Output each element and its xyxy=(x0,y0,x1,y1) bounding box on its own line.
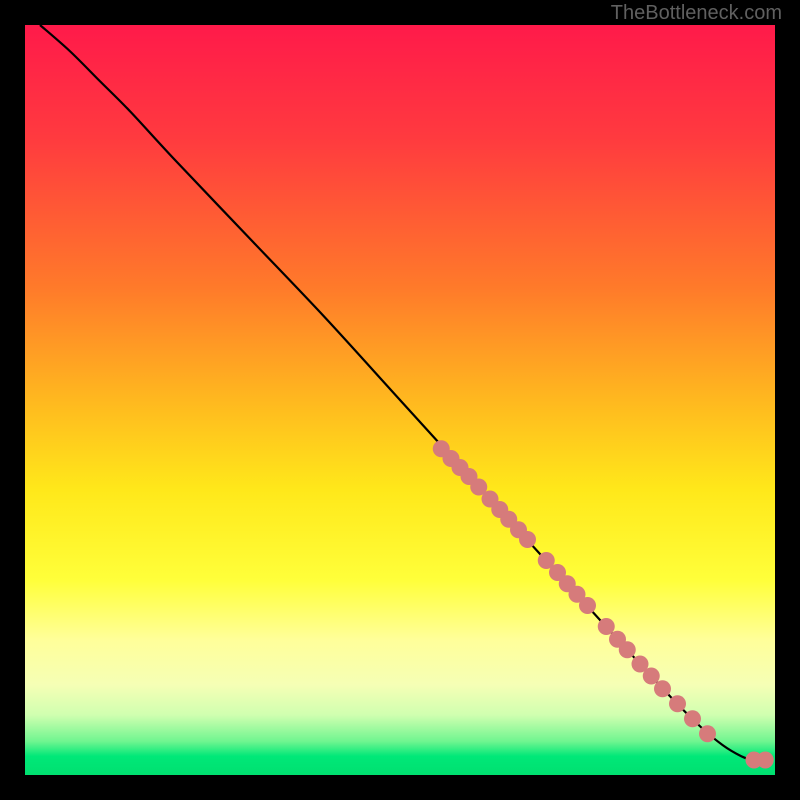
data-marker xyxy=(643,668,660,685)
data-marker xyxy=(757,752,774,769)
data-marker xyxy=(654,680,671,697)
data-marker xyxy=(669,695,686,712)
data-marker xyxy=(619,641,636,658)
attribution-text: TheBottleneck.com xyxy=(611,2,782,25)
data-marker xyxy=(684,710,701,727)
data-marker xyxy=(598,618,615,635)
data-marker xyxy=(699,725,716,742)
bottleneck-chart xyxy=(0,0,800,800)
data-marker xyxy=(579,597,596,614)
data-marker xyxy=(519,531,536,548)
